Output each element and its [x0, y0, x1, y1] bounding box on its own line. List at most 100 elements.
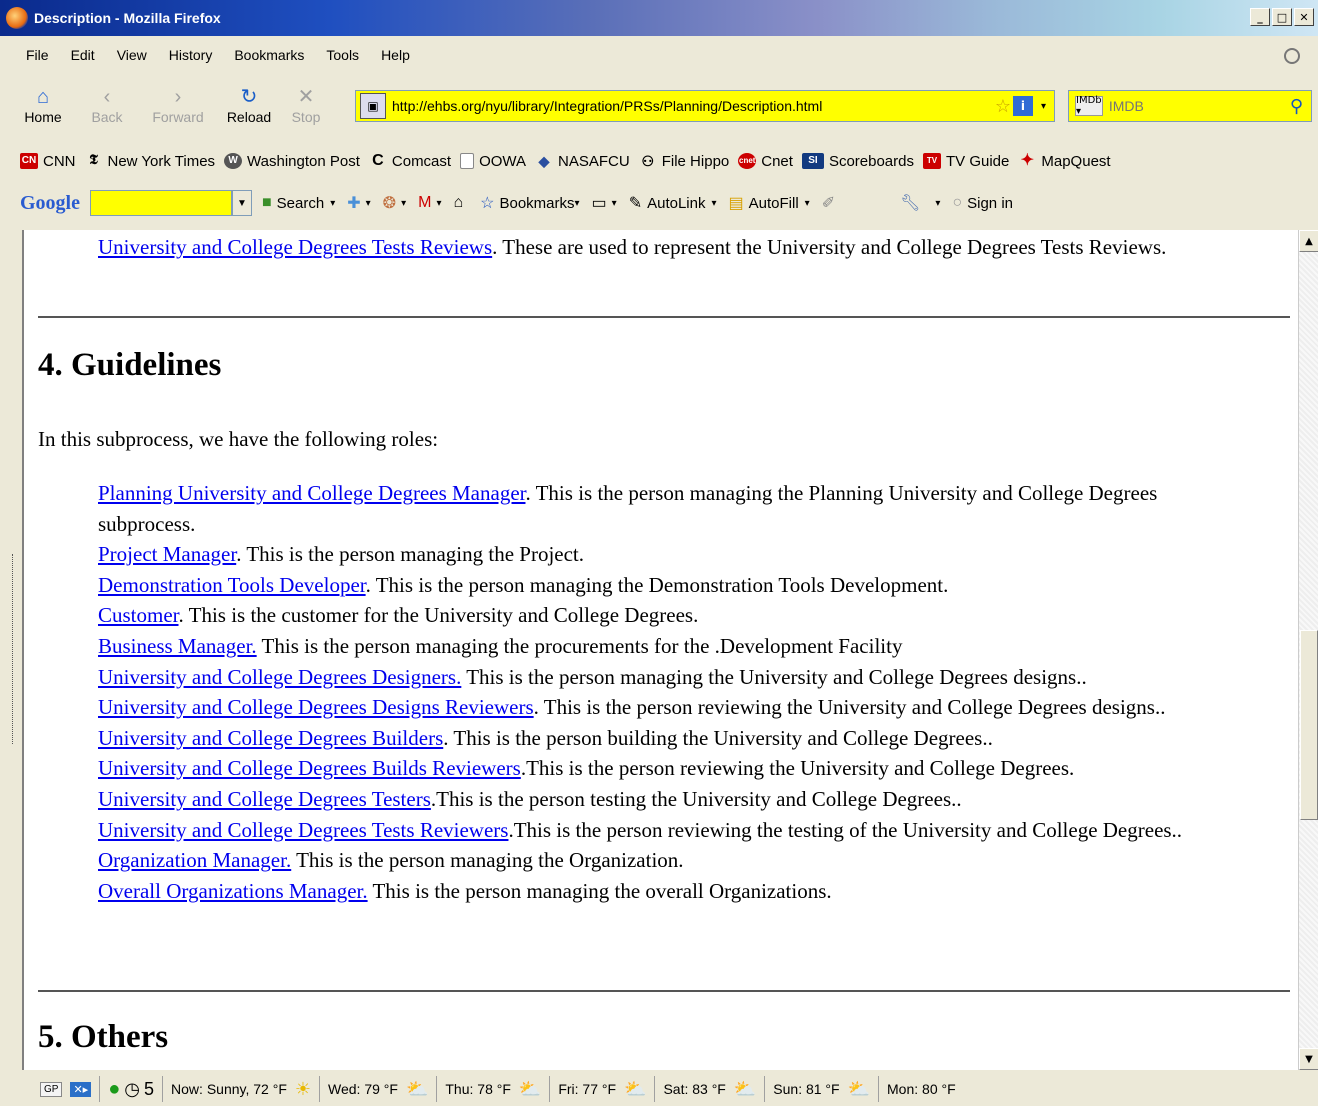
role-link[interactable]: Demonstration Tools Developer: [98, 573, 366, 597]
google-search-button[interactable]: ■ Search ▾: [262, 194, 335, 212]
weather-thu[interactable]: Thu: 78 °F ⛅: [437, 1076, 551, 1102]
weather-wed[interactable]: Wed: 79 °F ⛅: [320, 1076, 438, 1102]
bookmark-oowa[interactable]: OOWA: [460, 153, 526, 170]
google-highlight-button[interactable]: ✐: [822, 193, 840, 213]
role-link[interactable]: Overall Organizations Manager.: [98, 879, 368, 903]
bookmark-file-hippo[interactable]: ⚇ File Hippo: [639, 153, 729, 170]
site-identity-icon[interactable]: ▣: [360, 93, 386, 119]
address-bar[interactable]: ▣ http://ehbs.org/nyu/library/Integratio…: [355, 90, 1055, 122]
google-bookmarks-button[interactable]: ☆ Bookmarks ▾: [480, 193, 579, 213]
scroll-down-button[interactable]: ▼: [1299, 1048, 1318, 1070]
maximize-button[interactable]: □: [1272, 8, 1292, 26]
role-link[interactable]: University and College Degrees Designs R…: [98, 695, 534, 719]
clock-icon[interactable]: ◷: [124, 1079, 140, 1100]
divider: [38, 990, 1290, 992]
throbber-icon: [1284, 48, 1300, 64]
back-button[interactable]: ‹ Back: [82, 85, 132, 125]
scroll-up-button[interactable]: ▲: [1299, 230, 1318, 252]
role-link[interactable]: Customer: [98, 603, 179, 627]
role-link[interactable]: University and College Degrees Builds Re…: [98, 756, 521, 780]
search-box[interactable]: IMDb ▾ ⚲: [1068, 90, 1312, 122]
google-pagerank-button[interactable]: ❂ ▾: [383, 193, 406, 213]
bookmark-mapquest[interactable]: ✦ MapQuest: [1018, 153, 1111, 170]
bookmark-cnet[interactable]: cnet Cnet: [738, 153, 793, 170]
weather-sun[interactable]: Sun: 81 °F ⛅: [765, 1076, 880, 1102]
role-link[interactable]: University and College Degrees Testers: [98, 787, 431, 811]
search-engine-icon[interactable]: IMDb ▾: [1075, 95, 1103, 117]
search-input[interactable]: [1108, 98, 1290, 114]
weather-mon[interactable]: Mon: 80 °F: [879, 1076, 964, 1102]
bookmark-scoreboards[interactable]: SI Scoreboards: [801, 153, 914, 170]
sidebar-grip[interactable]: [12, 554, 18, 744]
url-dropdown-icon[interactable]: ▾: [1041, 101, 1046, 112]
close-button[interactable]: ✕: [1294, 8, 1314, 26]
autofill-button[interactable]: ▤ AutoFill ▾: [729, 193, 810, 213]
autolink-button[interactable]: ✎ AutoLink ▾: [629, 193, 717, 213]
role-link[interactable]: University and College Degrees Tests Rev…: [98, 818, 508, 842]
menu-history[interactable]: History: [158, 47, 224, 63]
bookmark-cnn[interactable]: CN CNN: [20, 153, 76, 170]
role-text: This is the person managing the procurem…: [256, 633, 903, 658]
weather-now[interactable]: Now: Sunny, 72 °F ☀: [163, 1076, 321, 1102]
back-label: Back: [91, 109, 123, 125]
google-signin-button[interactable]: ○ Sign in: [952, 194, 1013, 212]
guidelines-heading: 4. Guidelines: [38, 347, 222, 383]
search-go-icon[interactable]: ⚲: [1290, 96, 1303, 117]
partly-cloudy-icon: ⛅: [847, 1078, 871, 1099]
bookmark-label: New York Times: [107, 152, 216, 170]
nyt-icon: 𝕿: [89, 153, 98, 168]
menu-edit[interactable]: Edit: [60, 47, 106, 63]
plus-icon: ✚: [347, 195, 361, 212]
scroll-thumb[interactable]: [1300, 630, 1318, 820]
bookmark-comcast[interactable]: C Comcast: [369, 153, 451, 170]
role-link[interactable]: University and College Degrees Builders: [98, 726, 443, 750]
role-link[interactable]: University and College Degrees Designers…: [98, 665, 461, 689]
weather-fri[interactable]: Fri: 77 °F ⛅: [550, 1076, 656, 1102]
bookmark-star-icon[interactable]: ☆: [995, 96, 1011, 117]
bookmark-nyt[interactable]: 𝕿 New York Times: [85, 152, 216, 170]
google-search-label: Search: [276, 194, 325, 212]
google-popup-button[interactable]: ▭ ▾: [592, 193, 617, 213]
role-link[interactable]: Business Manager.: [98, 634, 257, 658]
role-link[interactable]: Organization Manager.: [98, 848, 291, 872]
wrench-icon: 🔧︎: [900, 195, 921, 212]
home-button[interactable]: ⌂ Home: [18, 85, 68, 125]
xmarks-icon[interactable]: ✕▸: [70, 1081, 92, 1097]
menu-tools[interactable]: Tools: [315, 47, 370, 63]
green-status-icon[interactable]: ●: [108, 1078, 120, 1101]
menu-view[interactable]: View: [106, 47, 158, 63]
stop-button[interactable]: ✕ Stop: [288, 85, 324, 125]
google-logo[interactable]: Google: [20, 192, 80, 215]
google-search-input[interactable]: [90, 190, 232, 216]
menu-file[interactable]: File: [14, 47, 60, 63]
google-search-dropdown[interactable]: ▼: [232, 190, 252, 216]
weather-label: Fri: 77 °F: [558, 1081, 617, 1097]
gmail-button[interactable]: M ▾: [418, 194, 441, 212]
google-settings-button[interactable]: 🔧︎ ▾: [900, 193, 940, 213]
home-label: Home: [24, 109, 62, 125]
weather-sat[interactable]: Sat: 83 °F ⛅: [655, 1076, 766, 1102]
window-title-bar: Description - Mozilla Firefox _ □ ✕: [0, 0, 1318, 36]
role-item: University and College Degrees Tests Rev…: [98, 815, 1218, 846]
weather-label: Sun: 81 °F: [773, 1081, 840, 1097]
role-item: University and College Degrees Builds Re…: [98, 753, 1218, 784]
bookmark-washington-post[interactable]: W Washington Post: [224, 153, 360, 170]
url-text[interactable]: http://ehbs.org/nyu/library/Integration/…: [392, 98, 995, 114]
role-link[interactable]: Project Manager: [98, 542, 236, 566]
google-plus-button[interactable]: ✚ ▾: [347, 193, 370, 213]
reload-button[interactable]: ↻ Reload: [224, 85, 274, 125]
menu-bookmarks[interactable]: Bookmarks: [223, 47, 315, 63]
tests-reviews-link[interactable]: University and College Degrees Tests Rev…: [98, 235, 492, 259]
google-home-button[interactable]: ⌂: [453, 194, 468, 212]
vertical-scrollbar[interactable]: ▲ ▼: [1298, 230, 1318, 1070]
bookmark-nasafcu[interactable]: ◆ NASAFCU: [535, 153, 630, 170]
minimize-button[interactable]: _: [1250, 8, 1270, 26]
pencil-icon: ✐: [821, 195, 836, 212]
file-hippo-icon: ⚇: [641, 153, 654, 169]
menu-help[interactable]: Help: [370, 47, 421, 63]
info-icon[interactable]: i: [1012, 96, 1033, 116]
bookmark-tv-guide[interactable]: TV TV Guide: [923, 153, 1009, 170]
forward-button[interactable]: › Forward: [146, 85, 210, 125]
role-link[interactable]: Planning University and College Degrees …: [98, 481, 525, 505]
gp-badge[interactable]: GP: [40, 1081, 63, 1097]
